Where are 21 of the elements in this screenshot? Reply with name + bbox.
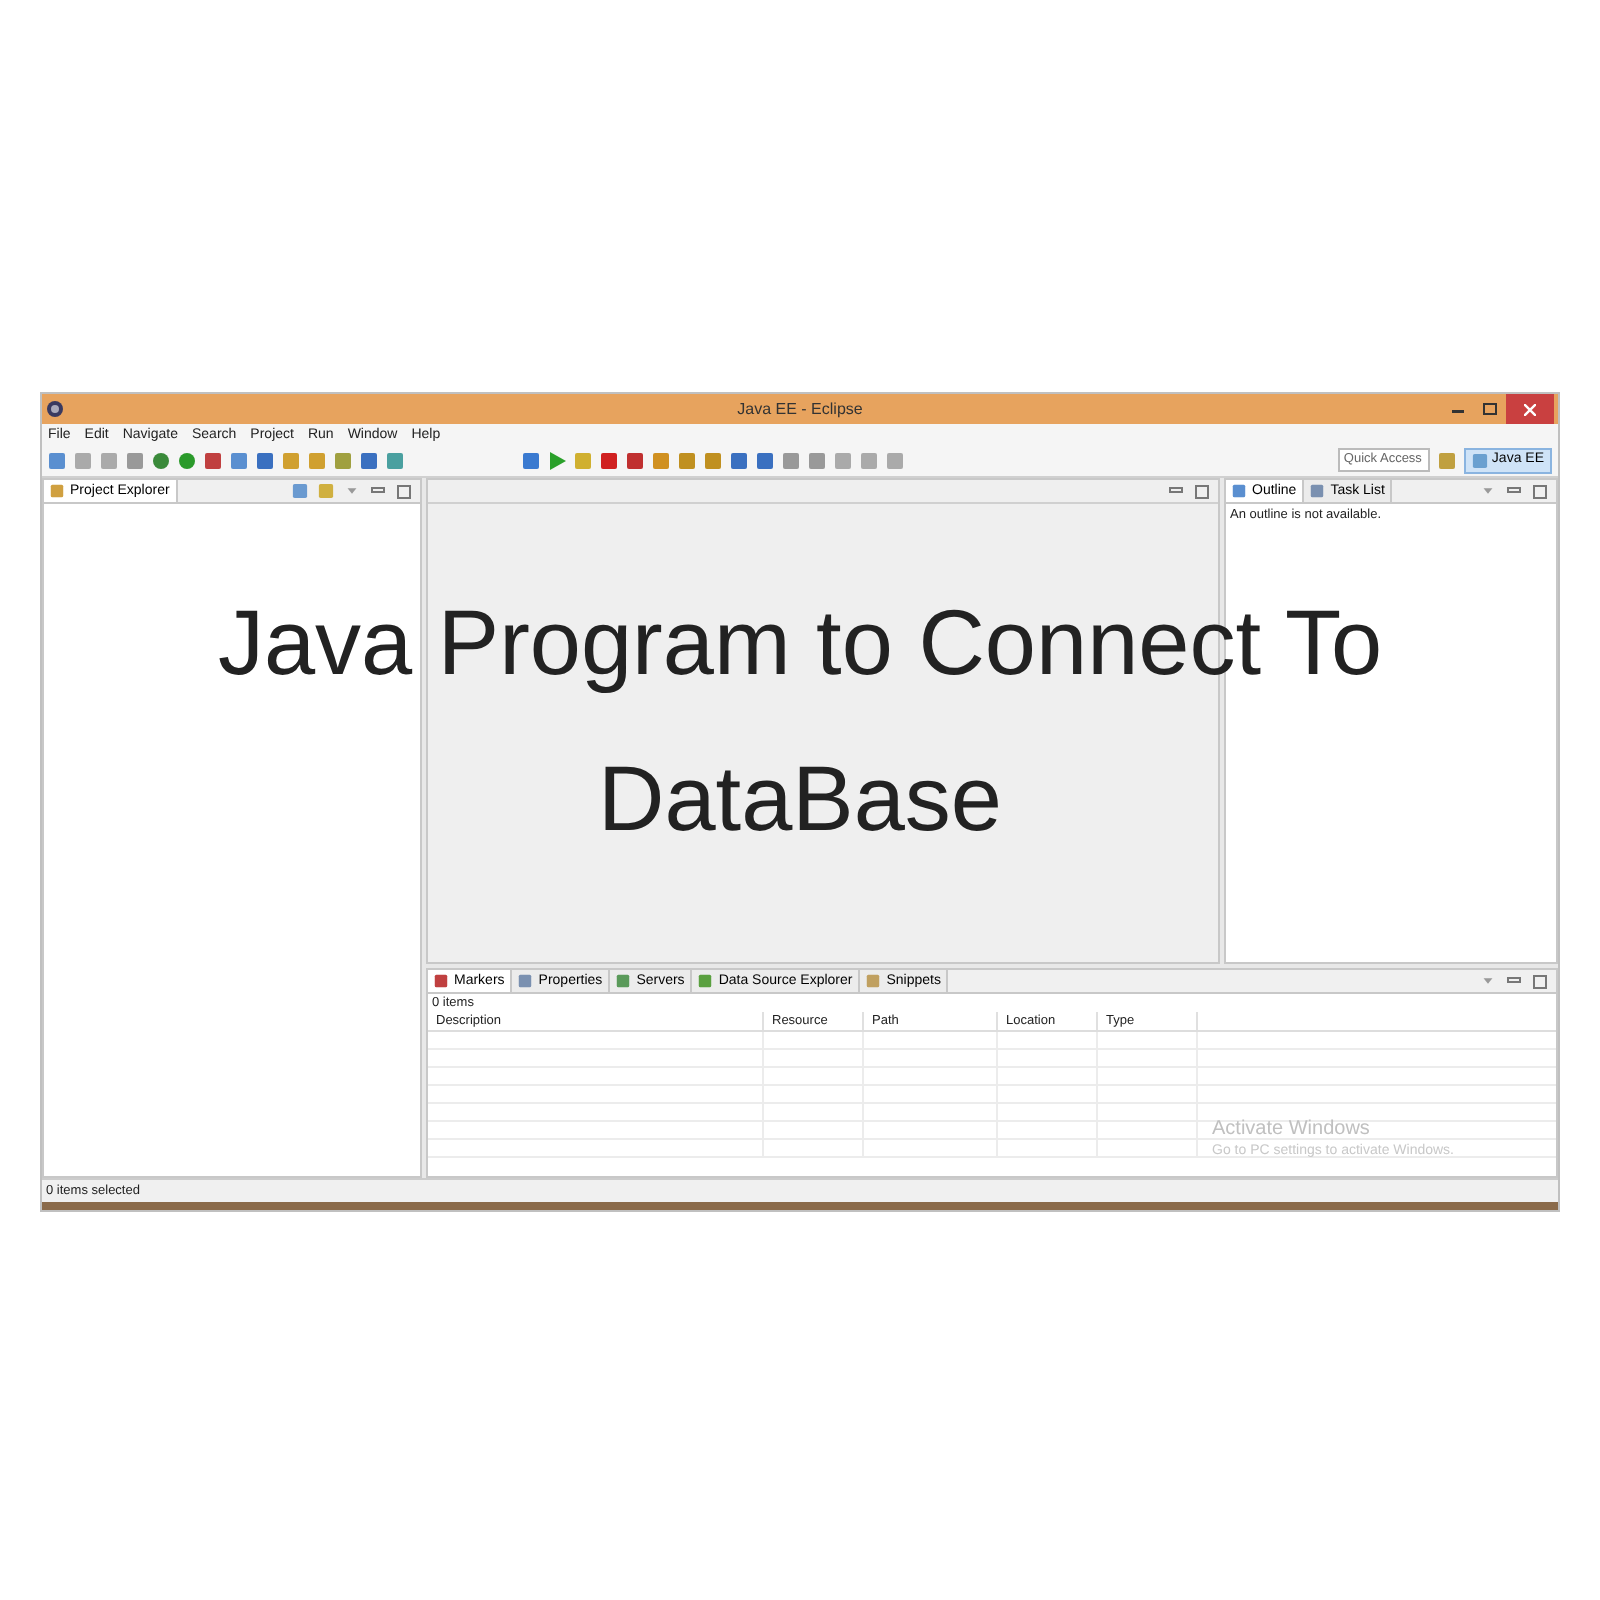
window-title: Java EE - Eclipse (737, 397, 863, 421)
tab-icon[interactable] (1310, 482, 1325, 500)
maximize-icon[interactable] (1532, 973, 1548, 989)
maximize-icon[interactable] (1532, 483, 1548, 499)
tab-icon[interactable] (50, 482, 64, 500)
minimize-icon[interactable] (1506, 483, 1522, 499)
minimize-icon[interactable] (1506, 973, 1522, 989)
minimize-icon[interactable] (370, 483, 386, 499)
maximize-icon[interactable] (396, 483, 412, 499)
minimize-icon[interactable] (1168, 483, 1184, 499)
close-icon[interactable] (1524, 403, 1536, 415)
tab-icon[interactable] (434, 972, 448, 990)
tab-icon[interactable] (1232, 482, 1246, 500)
close-button[interactable] (1506, 394, 1554, 424)
tab-icon[interactable] (616, 972, 631, 990)
activation-title: Activate Windows (1212, 1120, 1372, 1140)
tab-icon[interactable] (518, 972, 533, 990)
overlay-title: Java Program to Connect To DataBase (215, 588, 1385, 854)
app-icon (46, 400, 64, 418)
maximize-icon[interactable] (1194, 483, 1210, 499)
tab-icon[interactable] (698, 972, 713, 990)
